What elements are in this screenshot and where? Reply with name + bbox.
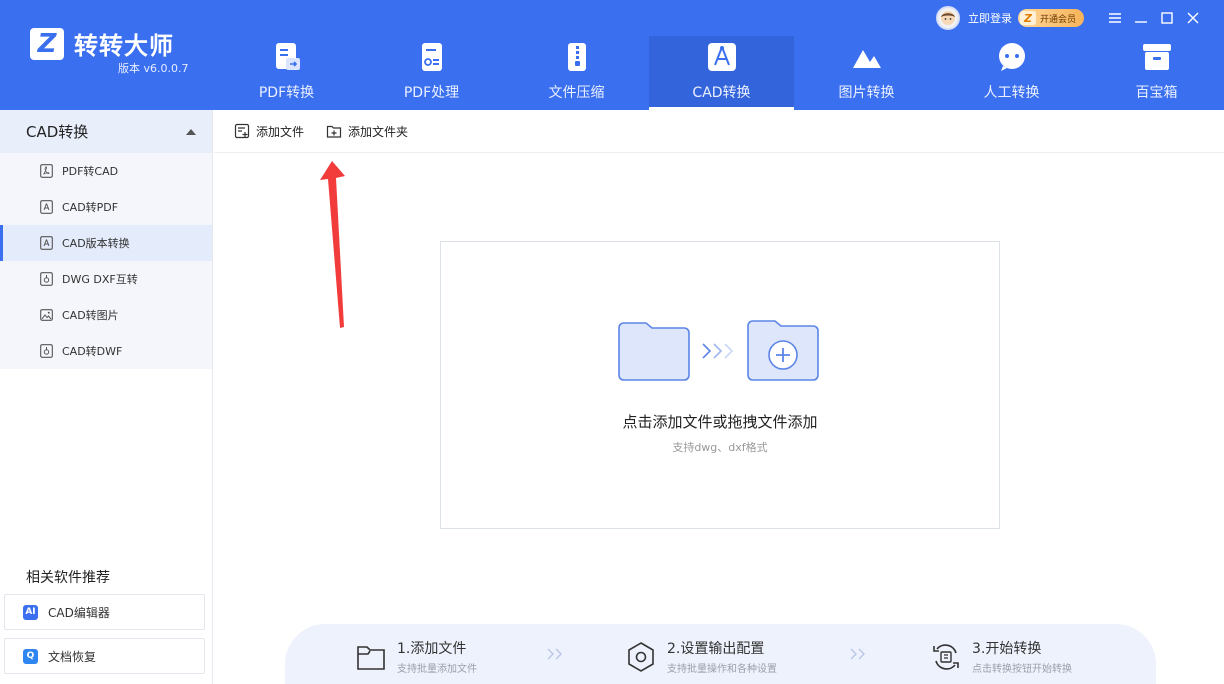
sidebar: CAD转换 PDF转CAD CAD转PDF CAD版本转换 DWG DXF互转 … bbox=[0, 110, 213, 684]
step-desc: 支持批量操作和各种设置 bbox=[667, 664, 777, 675]
nav-image-convert[interactable]: 图片转换 bbox=[794, 36, 939, 110]
drop-zone-subtitle: 支持dwg、dxf格式 bbox=[672, 441, 768, 454]
settings-icon bbox=[628, 641, 654, 672]
recommend-label: CAD编辑器 bbox=[48, 605, 110, 620]
double-chevron-icon bbox=[850, 648, 865, 660]
add-file-icon bbox=[234, 123, 250, 139]
nav-label: 人工转换 bbox=[983, 85, 1040, 101]
step-start-convert: 3.开始转换 点击转换按钮开始转换 bbox=[930, 638, 1072, 675]
add-folder-icon bbox=[326, 125, 342, 138]
vip-z-icon: Z bbox=[1019, 11, 1036, 25]
sidebar-item-label: CAD转PDF bbox=[62, 201, 119, 214]
cad-icon bbox=[707, 43, 736, 71]
nav-label: 图片转换 bbox=[838, 85, 895, 101]
cad-editor-icon: AI bbox=[23, 604, 38, 620]
file-drop-zone[interactable]: 点击添加文件或拖拽文件添加 支持dwg、dxf格式 bbox=[440, 241, 1000, 529]
add-folder-label: 添加文件夹 bbox=[348, 124, 409, 139]
step-settings: 2.设置输出配置 支持批量操作和各种设置 bbox=[625, 638, 777, 675]
minimize-icon[interactable] bbox=[1128, 6, 1154, 30]
dwf-file-icon bbox=[40, 344, 53, 358]
app-version: 版本 v6.0.0.7 bbox=[118, 62, 189, 75]
sidebar-item-cad-to-dwf[interactable]: CAD转DWF bbox=[0, 333, 212, 369]
main-nav: PDF转换 PDF处理 文件压缩 CAD转换 图片转换 人工转换 百宝箱 bbox=[214, 36, 1224, 110]
sidebar-item-cad-to-pdf[interactable]: CAD转PDF bbox=[0, 189, 212, 225]
nav-pdf-convert[interactable]: PDF转换 bbox=[214, 36, 359, 110]
cad-file-icon bbox=[40, 236, 53, 250]
toolbox-icon bbox=[1142, 44, 1171, 70]
image-icon bbox=[852, 50, 881, 68]
sidebar-item-pdf-to-cad[interactable]: PDF转CAD bbox=[0, 153, 212, 189]
pdf-process-icon bbox=[421, 43, 442, 71]
recommend-doc-recovery[interactable]: Q 文档恢复 bbox=[4, 638, 205, 674]
caret-up-icon bbox=[186, 128, 196, 135]
nav-toolbox[interactable]: 百宝箱 bbox=[1084, 36, 1224, 110]
menu-icon[interactable] bbox=[1102, 6, 1128, 30]
recommend-title: 相关软件推荐 bbox=[26, 570, 110, 586]
convert-icon bbox=[933, 643, 959, 670]
annotation-arrow-icon bbox=[320, 161, 345, 328]
nav-label: 百宝箱 bbox=[1135, 85, 1178, 101]
recommend-cad-editor[interactable]: AI CAD编辑器 bbox=[4, 594, 205, 630]
pdf-file-icon bbox=[40, 164, 53, 178]
steps-bar: 1.添加文件 支持批量添加文件 2.设置输出配置 支持批量操作和各种设置 3.开… bbox=[285, 624, 1156, 684]
dwg-file-icon bbox=[40, 272, 53, 286]
step-desc: 点击转换按钮开始转换 bbox=[972, 664, 1072, 675]
step-title: 2.设置输出配置 bbox=[667, 641, 765, 657]
step-title: 1.添加文件 bbox=[397, 641, 467, 657]
sidebar-list: PDF转CAD CAD转PDF CAD版本转换 DWG DXF互转 CAD转图片… bbox=[0, 153, 212, 369]
add-folder-button[interactable]: 添加文件夹 bbox=[326, 123, 408, 140]
picture-icon bbox=[40, 309, 53, 321]
sidebar-item-cad-to-image[interactable]: CAD转图片 bbox=[0, 297, 212, 333]
vip-label: 开通会员 bbox=[1039, 14, 1076, 25]
sidebar-section-header[interactable]: CAD转换 bbox=[0, 110, 212, 153]
logo-z-icon: Z bbox=[30, 27, 64, 60]
app-name: 转转大师 bbox=[74, 32, 174, 60]
user-avatar[interactable] bbox=[935, 6, 960, 30]
sidebar-item-label: CAD转图片 bbox=[62, 309, 119, 322]
nav-pdf-process[interactable]: PDF处理 bbox=[359, 36, 504, 110]
close-icon[interactable] bbox=[1180, 6, 1206, 30]
step-add-file: 1.添加文件 支持批量添加文件 bbox=[355, 638, 477, 675]
add-file-label: 添加文件 bbox=[256, 124, 305, 139]
recommend-label: 文档恢复 bbox=[48, 649, 97, 664]
nav-label: PDF处理 bbox=[403, 85, 460, 101]
maximize-icon[interactable] bbox=[1154, 6, 1180, 30]
folder-icon bbox=[357, 645, 385, 670]
login-link[interactable]: 立即登录 bbox=[968, 10, 1012, 26]
folder-transfer-icon bbox=[618, 320, 819, 381]
sidebar-item-label: PDF转CAD bbox=[62, 165, 119, 178]
sidebar-item-cad-version[interactable]: CAD版本转换 bbox=[0, 225, 212, 261]
toolbar: 添加文件 添加文件夹 bbox=[214, 110, 1224, 153]
nav-label: PDF转换 bbox=[258, 85, 315, 101]
double-chevron-icon bbox=[547, 648, 562, 660]
nav-file-compress[interactable]: 文件压缩 bbox=[504, 36, 649, 110]
sidebar-section-title: CAD转换 bbox=[26, 123, 89, 141]
nav-label: 文件压缩 bbox=[548, 85, 605, 101]
add-file-button[interactable]: 添加文件 bbox=[234, 123, 304, 140]
vip-button[interactable]: Z 开通会员 bbox=[1017, 9, 1084, 27]
avatar-face-icon bbox=[940, 11, 955, 25]
app-header: Z 转转大师 版本 v6.0.0.7 PDF转换 PDF处理 文件压缩 CAD转… bbox=[0, 0, 1224, 110]
pdf-convert-icon bbox=[275, 43, 300, 70]
title-bar-controls: 立即登录 Z 开通会员 bbox=[935, 6, 1206, 30]
app-logo: Z 转转大师 bbox=[30, 26, 174, 61]
nav-cad-convert[interactable]: CAD转换 bbox=[649, 36, 794, 110]
chat-icon bbox=[998, 43, 1025, 71]
sidebar-item-label: DWG DXF互转 bbox=[62, 273, 138, 286]
sidebar-item-dwg-dxf[interactable]: DWG DXF互转 bbox=[0, 261, 212, 297]
drop-zone-title: 点击添加文件或拖拽文件添加 bbox=[622, 413, 818, 431]
sidebar-item-label: CAD版本转换 bbox=[62, 237, 130, 250]
step-desc: 支持批量添加文件 bbox=[397, 664, 477, 675]
nav-label: CAD转换 bbox=[692, 85, 751, 101]
nav-manual-convert[interactable]: 人工转换 bbox=[939, 36, 1084, 110]
sidebar-item-label: CAD转DWF bbox=[62, 345, 123, 358]
window-controls bbox=[1102, 6, 1206, 30]
cad-file-icon bbox=[40, 200, 53, 214]
zip-icon bbox=[567, 43, 586, 71]
step-title: 3.开始转换 bbox=[972, 641, 1042, 657]
doc-recovery-icon: Q bbox=[23, 648, 38, 664]
